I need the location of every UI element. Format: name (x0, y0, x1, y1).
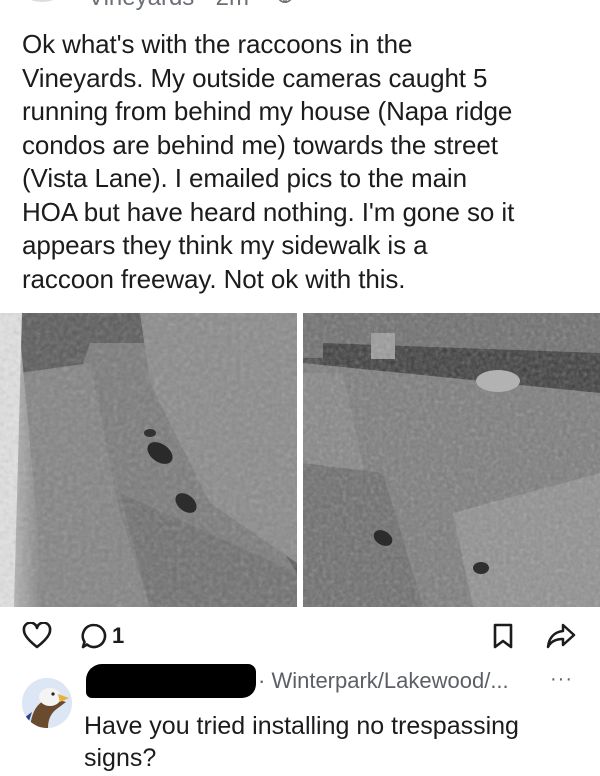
share-button[interactable] (546, 620, 576, 652)
more-options-icon[interactable]: ··· (550, 668, 573, 691)
post-actions: 1 (0, 620, 600, 656)
comment-author-location[interactable]: · Winterpark/Lakewood/... (258, 668, 509, 694)
eagle-avatar-icon (22, 678, 72, 728)
comment-text: Have you tried installing no trespassing… (84, 712, 519, 772)
photo-grid (0, 313, 600, 607)
comment-button[interactable]: 1 (80, 620, 124, 652)
heart-icon (22, 622, 52, 649)
right-photo-image (303, 313, 600, 607)
right-camera-photo[interactable] (303, 313, 600, 607)
redacted-name (86, 664, 256, 698)
post-meta-text: Vineyards · 2m · (88, 0, 264, 11)
comment-icon (81, 623, 107, 649)
author-avatar[interactable] (22, 0, 62, 2)
comment-count: 1 (112, 623, 125, 648)
bookmark-icon (493, 623, 513, 649)
post-text: Ok what's with the raccoons in the Viney… (22, 29, 515, 294)
like-button[interactable] (22, 620, 54, 652)
share-icon (546, 623, 576, 649)
commenter-avatar[interactable] (22, 678, 72, 728)
post-meta: Vineyards · 2m · (88, 0, 294, 10)
left-camera-photo[interactable] (0, 313, 297, 607)
bookmark-button[interactable] (492, 620, 516, 652)
comment-item: · Winterpark/Lakewood/... ··· Have you t… (0, 664, 600, 776)
post-header: Vineyards · 2m · (0, 0, 600, 10)
globe-icon (279, 0, 292, 4)
left-photo-image (0, 313, 297, 607)
